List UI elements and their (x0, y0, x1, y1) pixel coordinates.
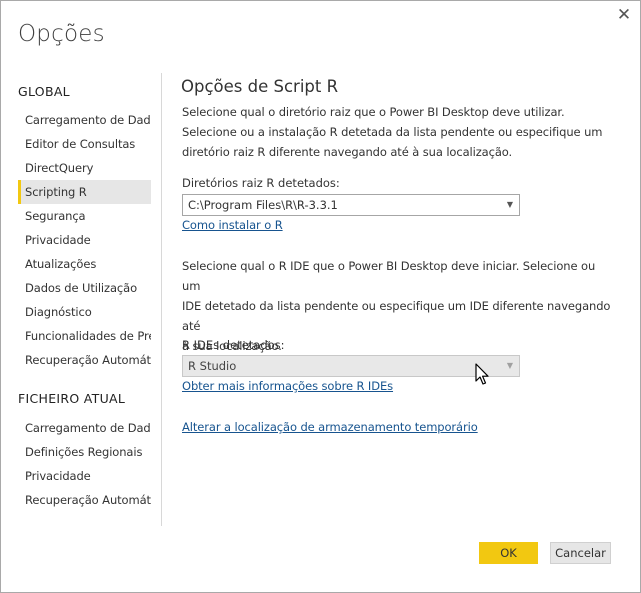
home-dir-label: Diretórios raiz R detetados: (182, 176, 340, 190)
sidebar-item-file-privacy[interactable]: Privacidade (18, 464, 151, 488)
home-dir-description: Selecione qual o diretório raiz que o Po… (182, 102, 612, 162)
options-sidebar: GLOBAL Carregamento de Dados Editor de C… (1, 73, 162, 526)
description-line: diretório raiz R diferente navegando até… (182, 145, 513, 159)
close-icon: ✕ (616, 5, 632, 25)
close-button[interactable]: ✕ (613, 4, 635, 26)
r-ide-value: R Studio (188, 359, 237, 373)
sidebar-item-r-scripting[interactable]: Scripting R (18, 180, 151, 204)
options-dialog: ✕ Opções GLOBAL Carregamento de Dados Ed… (0, 0, 641, 593)
mouse-pointer-icon (475, 363, 489, 385)
section-header-current-file: FICHEIRO ATUAL (18, 391, 126, 406)
dialog-title: Opções (18, 21, 105, 47)
chevron-down-icon: ▼ (506, 361, 513, 370)
r-home-dir-value: C:\Program Files\R\R-3.3.1 (188, 198, 338, 212)
sidebar-item-query-editor[interactable]: Editor de Consultas (18, 132, 151, 156)
sidebar-item-file-auto-recovery[interactable]: Recuperação Automática (18, 488, 151, 512)
sidebar-item-auto-recovery[interactable]: Recuperação Automática (18, 348, 151, 372)
r-home-dir-dropdown[interactable]: C:\Program Files\R\R-3.3.1 ▼ (182, 194, 520, 216)
sidebar-item-usage-data[interactable]: Dados de Utilização (18, 276, 151, 300)
install-r-link[interactable]: Como instalar o R (182, 218, 283, 232)
sidebar-item-updates[interactable]: Atualizações (18, 252, 151, 276)
ide-info-link[interactable]: Obter mais informações sobre R IDEs (182, 379, 393, 393)
ok-button[interactable]: OK (479, 542, 538, 564)
sidebar-item-data-load[interactable]: Carregamento de Dados (18, 108, 151, 132)
sidebar-item-regional-settings[interactable]: Definições Regionais (18, 440, 151, 464)
section-title: Opções de Script R (181, 77, 339, 96)
cancel-button[interactable]: Cancelar (550, 542, 611, 564)
temp-storage-link[interactable]: Alterar a localização de armazenamento t… (182, 420, 478, 434)
r-ide-dropdown[interactable]: R Studio ▼ (182, 355, 520, 377)
description-line: Selecione qual o R IDE que o Power BI De… (182, 259, 596, 293)
sidebar-item-security[interactable]: Segurança (18, 204, 151, 228)
section-header-global: GLOBAL (18, 84, 70, 99)
sidebar-item-file-data-load[interactable]: Carregamento de Dados (18, 416, 151, 440)
description-line: IDE detetado da lista pendente ou especi… (182, 299, 611, 333)
sidebar-item-directquery[interactable]: DirectQuery (18, 156, 151, 180)
sidebar-item-diagnostics[interactable]: Diagnóstico (18, 300, 151, 324)
ide-label: R IDEs detetados: (182, 338, 285, 352)
sidebar-item-privacy[interactable]: Privacidade (18, 228, 151, 252)
sidebar-item-preview-features[interactable]: Funcionalidades de Pré... (18, 324, 151, 348)
description-line: Selecione qual o diretório raiz que o Po… (182, 105, 565, 119)
description-line: Selecione ou a instalação R detetada da … (182, 125, 603, 139)
chevron-down-icon: ▼ (506, 200, 513, 209)
